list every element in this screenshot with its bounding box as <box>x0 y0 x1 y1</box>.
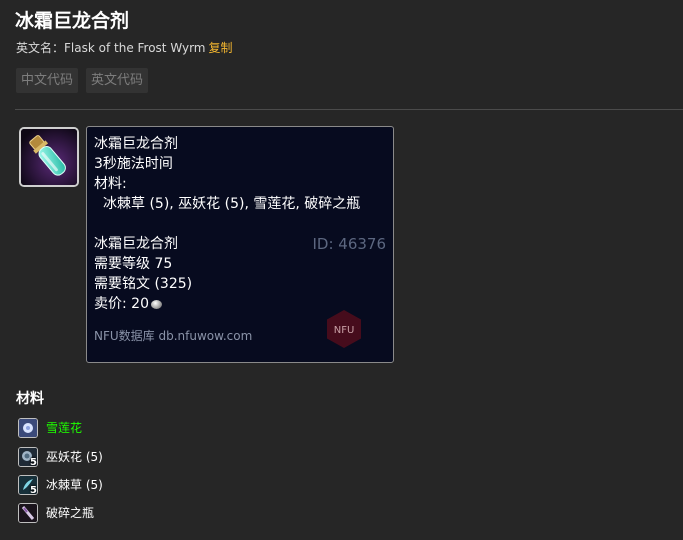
english-name: Flask of the Frost Wyrm <box>64 41 206 55</box>
stack-count: 5 <box>30 457 37 467</box>
material-name[interactable]: 冰棘草 (5) <box>46 476 103 493</box>
english-name-label: 英文名： <box>16 41 65 55</box>
chinese-code-button[interactable]: 中文代码 <box>16 68 79 93</box>
tooltip-footer: NFU数据库 db.nfuwow.com <box>94 329 253 343</box>
tooltip-skill-req: 需要铭文 (325) <box>94 276 193 292</box>
divider <box>15 109 683 110</box>
page-title: 冰霜巨龙合剂 <box>15 10 130 32</box>
material-name[interactable]: 破碎之瓶 <box>46 504 94 521</box>
materials-heading: 材料 <box>16 391 44 407</box>
lichbloom-icon: 5 <box>18 447 38 467</box>
stack-count: 5 <box>30 485 37 495</box>
material-name[interactable]: 巫妖花 (5) <box>46 448 103 465</box>
silver-coin-icon <box>150 300 162 309</box>
english-name-row: 英文名：Flask of the Frost Wyrm 复制 <box>16 39 233 56</box>
sell-price-text: 卖价: 20 <box>94 296 149 312</box>
copy-button[interactable]: 复制 <box>209 41 233 55</box>
item-tooltip: 冰霜巨龙合剂 3秒施法时间 材料: 冰棘草 (5), 巫妖花 (5), 雪莲花,… <box>86 126 394 363</box>
watermark-text: NFU <box>334 325 355 336</box>
tooltip-cast-time: 3秒施法时间 <box>94 156 173 172</box>
tooltip-reagents-label: 材料: <box>94 176 127 192</box>
tooltip-sell-price: 卖价: 20 <box>94 294 162 314</box>
material-name[interactable]: 雪莲花 <box>46 419 82 436</box>
tooltip-level-req: 需要等级 75 <box>94 256 173 272</box>
icethorn-icon: 5 <box>18 475 38 495</box>
tooltip-reagents: 冰棘草 (5), 巫妖花 (5), 雪莲花, 破碎之瓶 <box>103 196 361 212</box>
flask-icon-art <box>21 129 77 185</box>
shattered-vial-icon <box>18 503 38 523</box>
nfu-watermark-logo: NFU <box>327 310 361 348</box>
frost-lotus-icon <box>18 418 38 438</box>
tooltip-name: 冰霜巨龙合剂 <box>94 136 178 152</box>
english-code-button[interactable]: 英文代码 <box>86 68 149 93</box>
tooltip-id: ID: 46376 <box>312 235 386 253</box>
flask-of-frost-wyrm-icon[interactable] <box>19 127 79 187</box>
tooltip-product-name: 冰霜巨龙合剂 <box>94 236 178 252</box>
